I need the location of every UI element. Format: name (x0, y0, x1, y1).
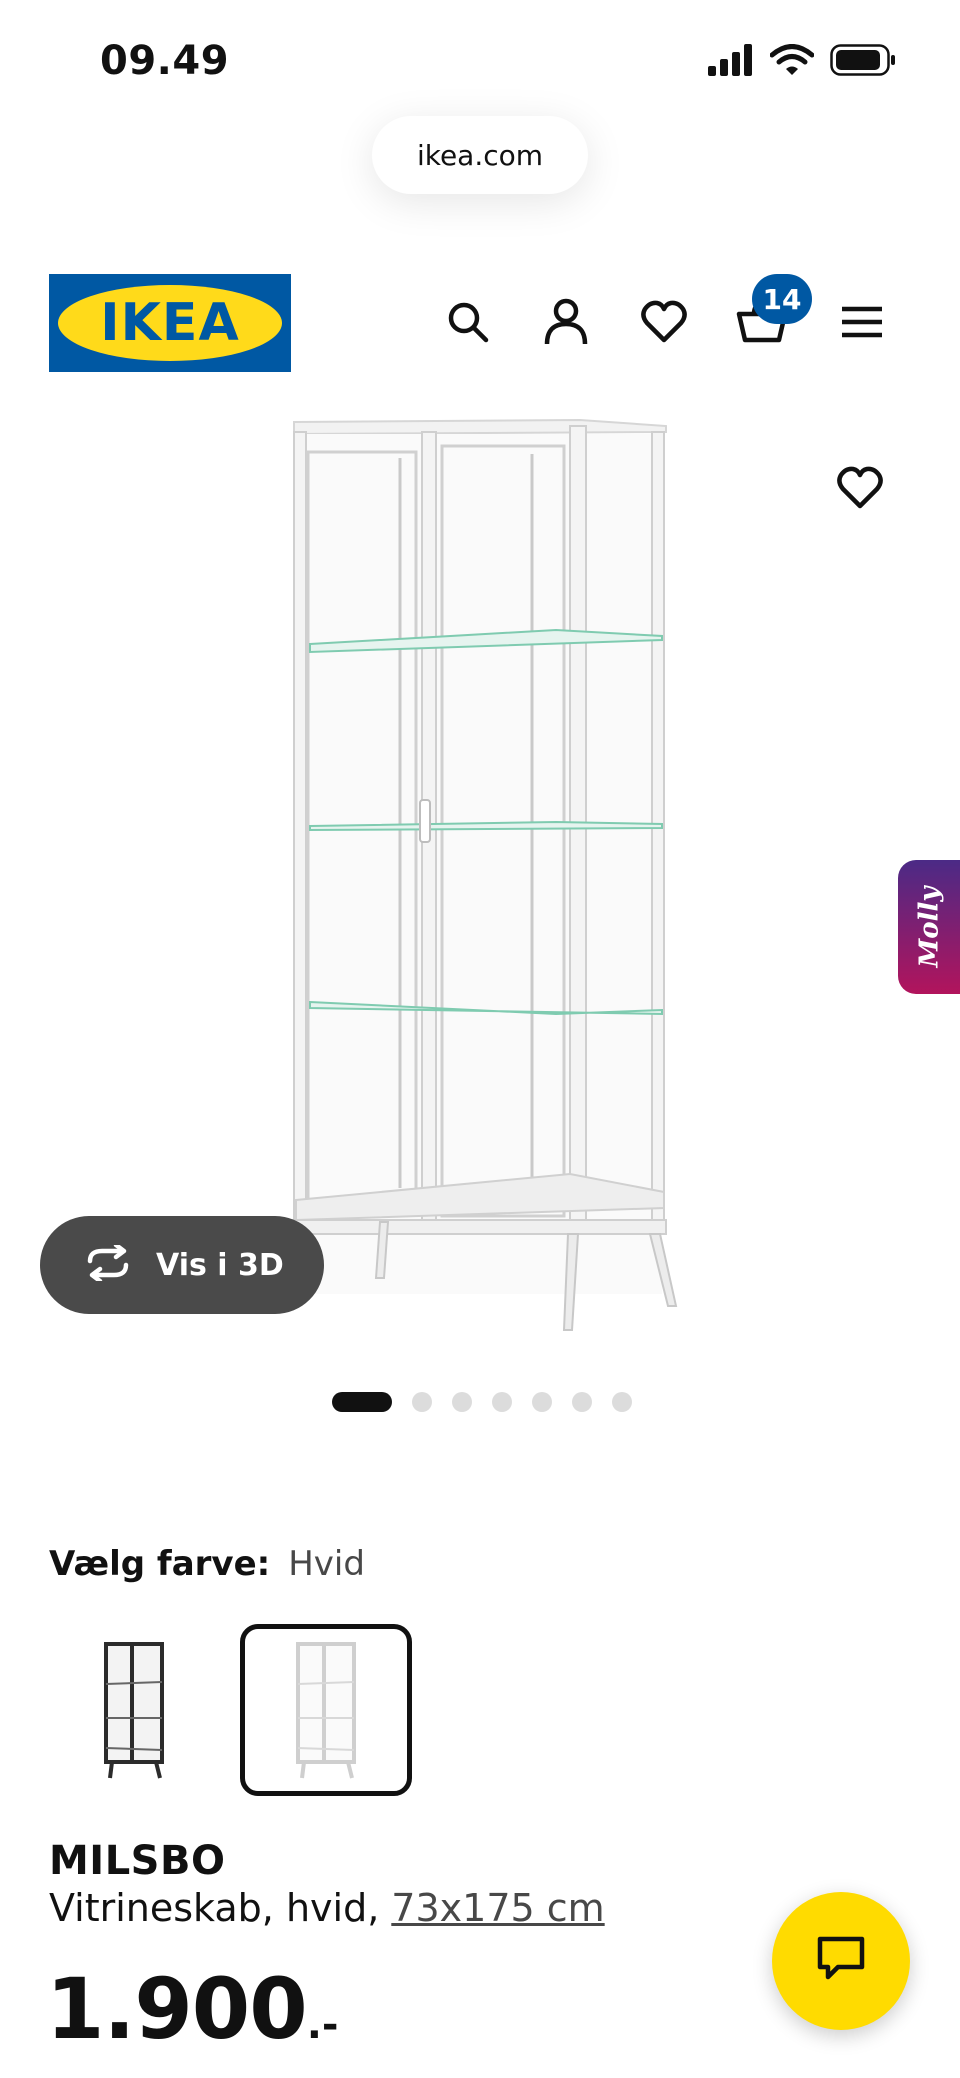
rotate-3d-icon (82, 1242, 134, 1285)
price-suffix: .- (306, 2002, 339, 2048)
carousel-dot[interactable] (532, 1392, 552, 1412)
battery-icon (830, 44, 896, 80)
chat-button[interactable] (772, 1892, 910, 2030)
status-icons (706, 44, 896, 80)
carousel-dot[interactable] (452, 1392, 472, 1412)
carousel-dot[interactable] (332, 1392, 392, 1412)
account-icon[interactable] (540, 296, 592, 348)
molly-label: Molly (914, 886, 945, 968)
status-time: 09.49 (100, 38, 230, 84)
logo-text: IKEA (100, 293, 240, 353)
wifi-icon (769, 44, 815, 80)
menu-icon[interactable] (836, 296, 888, 348)
price-amount: 1.900 (46, 1960, 308, 2058)
product-description-row: Vitrineskab, hvid, 73x175 cm (49, 1886, 605, 1930)
product-name: MILSBO (49, 1838, 226, 1884)
url-text: ikea.com (416, 138, 544, 172)
product-size-link[interactable]: 73x175 cm (391, 1886, 604, 1930)
view-in-3d-button[interactable]: Vis i 3D (40, 1216, 324, 1314)
view-in-3d-label: Vis i 3D (156, 1247, 284, 1283)
carousel-dot[interactable] (412, 1392, 432, 1412)
color-swatch-black[interactable] (48, 1624, 220, 1796)
product-image[interactable] (280, 408, 700, 1348)
product-price: 1.900 .- (46, 1960, 339, 2058)
ikea-logo[interactable]: IKEA (49, 274, 291, 372)
molly-side-tab[interactable]: Molly (898, 860, 960, 994)
logo-oval: IKEA (58, 285, 282, 361)
carousel-dot[interactable] (612, 1392, 632, 1412)
carousel-dot[interactable] (492, 1392, 512, 1412)
search-icon[interactable] (442, 296, 494, 348)
carousel-indicator (332, 1392, 632, 1412)
chat-bubble-icon (816, 1935, 866, 1987)
color-picker-label-row: Vælg farve: Hvid (49, 1544, 365, 1584)
carousel-dot[interactable] (572, 1392, 592, 1412)
cart-count-badge: 14 (752, 274, 812, 324)
color-picker-label: Vælg farve: (49, 1544, 271, 1584)
color-swatch-white[interactable] (240, 1624, 412, 1796)
selected-color: Hvid (288, 1544, 365, 1584)
add-to-favorites-icon[interactable] (836, 466, 888, 518)
product-description: Vitrineskab, hvid, (49, 1886, 380, 1930)
heart-icon[interactable] (638, 296, 690, 348)
url-bar[interactable]: ikea.com (372, 116, 588, 194)
status-bar: 09.49 (0, 0, 960, 120)
cellular-signal-icon (706, 44, 754, 80)
